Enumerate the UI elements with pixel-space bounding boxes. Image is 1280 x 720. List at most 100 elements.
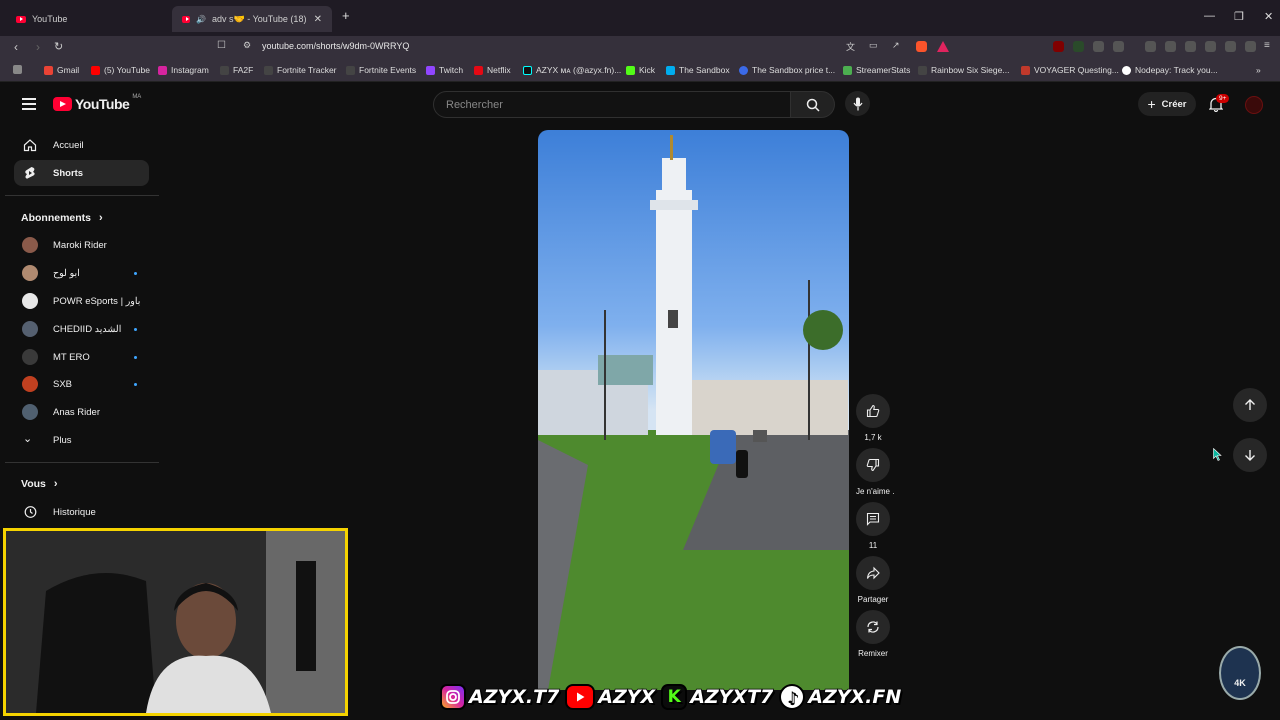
screenshot-icon[interactable] bbox=[1113, 41, 1124, 52]
bookmark-fortnite-events[interactable]: Fortnite Events bbox=[346, 65, 416, 75]
menu-icon[interactable]: ≡ bbox=[1264, 40, 1270, 51]
show-more-button[interactable]: ⌄ Plus bbox=[14, 427, 149, 453]
search-input[interactable]: Rechercher bbox=[433, 91, 791, 118]
hamburger-menu-icon[interactable] bbox=[22, 98, 36, 110]
close-window-button[interactable]: ✕ bbox=[1264, 10, 1273, 23]
subscription-item[interactable]: ابو لوح bbox=[14, 260, 149, 286]
brave-rewards-icon[interactable] bbox=[937, 41, 949, 52]
subscription-item[interactable]: MT ERO bbox=[14, 344, 149, 370]
instagram-icon bbox=[440, 684, 466, 710]
account-avatar[interactable] bbox=[1245, 96, 1263, 114]
bookmark-streamerstats[interactable]: StreamerStats bbox=[843, 65, 910, 75]
bookmark-gmail[interactable]: Gmail bbox=[44, 65, 79, 75]
tab-active-short[interactable]: 🔊 adv s🤝 - YouTube (18) جربت ✕ bbox=[172, 6, 332, 32]
new-tab-button[interactable]: + bbox=[342, 8, 350, 23]
create-button[interactable]: + Créer bbox=[1138, 92, 1196, 116]
music-icon[interactable] bbox=[1145, 41, 1156, 52]
bookmark-the-sandbox[interactable]: The Sandbox bbox=[666, 65, 730, 75]
sidebar-item-history[interactable]: Historique bbox=[14, 499, 149, 525]
youtube-favicon-icon bbox=[16, 15, 26, 23]
like-action[interactable]: 1,7 k bbox=[856, 394, 890, 442]
subscription-item[interactable]: CHEDIID الشديد bbox=[14, 316, 149, 342]
bookmark-kick[interactable]: Kick bbox=[626, 65, 655, 75]
bookmark-fa2f[interactable]: FA2F bbox=[220, 65, 253, 75]
maximize-button[interactable]: ❐ bbox=[1234, 10, 1244, 23]
subscription-item[interactable]: POWR eSports | باور bbox=[14, 288, 149, 314]
translate-icon[interactable]: 文 bbox=[846, 40, 855, 53]
dislike-action[interactable]: Je n'aime . bbox=[856, 448, 895, 496]
tab-youtube[interactable]: YouTube bbox=[6, 6, 171, 32]
youtube-logo[interactable]: YouTube MA bbox=[53, 94, 141, 112]
channel-avatar bbox=[22, 265, 38, 281]
puzzle-icon[interactable] bbox=[1093, 41, 1104, 52]
tab-close-icon[interactable]: ✕ bbox=[314, 14, 322, 25]
sidebar-toggle-icon[interactable] bbox=[1165, 41, 1176, 52]
search-button[interactable] bbox=[791, 91, 835, 118]
comment-icon bbox=[866, 512, 880, 526]
comments-action[interactable]: 11 bbox=[856, 502, 890, 550]
arrow-up-icon bbox=[1245, 399, 1255, 410]
chevron-down-icon: ⌄ bbox=[23, 433, 33, 445]
address-bar-row: ‹ › ↻ ☐ ⚙ youtube.com/shorts/w9dm-0WRRYQ… bbox=[0, 36, 1280, 60]
forward-button[interactable]: › bbox=[36, 40, 40, 54]
youtube-logo-icon bbox=[53, 97, 72, 111]
vpn-icon[interactable] bbox=[1225, 41, 1236, 52]
bookmark-youtube[interactable]: (5) YouTube bbox=[91, 65, 150, 75]
remix-action[interactable]: Remixer bbox=[856, 610, 890, 658]
bookmark-rainbow-six[interactable]: Rainbow Six Siege... bbox=[918, 65, 1009, 75]
you-section-title[interactable]: Vous › bbox=[21, 478, 58, 490]
bookmark-twitch[interactable]: Twitch bbox=[426, 65, 463, 75]
mouse-cursor-icon bbox=[1213, 448, 1222, 461]
sidebar-item-accueil[interactable]: Accueil bbox=[14, 132, 149, 158]
voice-search-button[interactable] bbox=[845, 91, 870, 116]
sidebar: Accueil Shorts Abonnements › Maroki Rider… bbox=[0, 128, 160, 528]
history-icon bbox=[24, 506, 37, 518]
bookmark-sandbox-price[interactable]: The Sandbox price t... bbox=[739, 65, 835, 75]
remix-button[interactable] bbox=[856, 610, 890, 644]
youtube-icon bbox=[565, 684, 596, 710]
remix-icon bbox=[867, 621, 879, 633]
next-short-button[interactable] bbox=[1233, 438, 1267, 472]
bookmark-netflix[interactable]: Netflix bbox=[474, 65, 511, 75]
tiktok-icon: ♪ bbox=[779, 684, 806, 710]
brave-shield-icon[interactable] bbox=[916, 41, 927, 52]
profile-icon[interactable] bbox=[1245, 41, 1256, 52]
share-page-icon[interactable]: ↗ bbox=[892, 40, 900, 51]
site-info-icon[interactable]: ⚙ bbox=[243, 40, 251, 51]
bookmark-fortnite-tracker[interactable]: Fortnite Tracker bbox=[264, 65, 337, 75]
dislike-label: Je n'aime . bbox=[856, 487, 895, 496]
comments-button[interactable] bbox=[856, 502, 890, 536]
back-button[interactable]: ‹ bbox=[14, 40, 18, 54]
ublock-icon[interactable] bbox=[1053, 41, 1064, 52]
video-frame-scene bbox=[538, 135, 848, 478]
short-video-player[interactable] bbox=[538, 130, 849, 690]
wallet-icon[interactable] bbox=[1185, 41, 1196, 52]
bookmark-instagram[interactable]: Instagram bbox=[158, 65, 209, 75]
share-icon bbox=[866, 566, 880, 580]
subscription-item[interactable]: Anas Rider bbox=[14, 399, 149, 425]
more-bookmarks-icon[interactable]: » bbox=[1256, 65, 1261, 75]
bookmark-tiktok-azyx[interactable]: AZYX мᴀ (@azyx.fn)... bbox=[523, 65, 621, 75]
bookmark-icon[interactable]: ☐ bbox=[217, 40, 226, 51]
reload-button[interactable]: ↻ bbox=[54, 40, 63, 53]
url-field[interactable]: youtube.com/shorts/w9dm-0WRRYQ bbox=[262, 41, 409, 51]
apps-grid-icon[interactable] bbox=[13, 65, 22, 74]
subscription-item[interactable]: Maroki Rider bbox=[14, 232, 149, 258]
subscription-item[interactable]: SXB bbox=[14, 371, 149, 397]
bookmark-nodepay[interactable]: Nodepay: Track you... bbox=[1122, 65, 1218, 75]
bookmark-voyager[interactable]: VOYAGER Questing... bbox=[1021, 65, 1119, 75]
leo-icon[interactable] bbox=[1205, 41, 1216, 52]
cast-icon[interactable]: ▭ bbox=[869, 40, 878, 51]
channel-avatar bbox=[22, 376, 38, 392]
tab-title: adv s🤝 - YouTube (18) جربت bbox=[212, 13, 308, 24]
extension-icon[interactable] bbox=[1073, 41, 1084, 52]
shorts-icon bbox=[25, 167, 35, 179]
share-action[interactable]: Partager bbox=[856, 556, 890, 604]
minimize-button[interactable]: — bbox=[1204, 10, 1215, 22]
subscriptions-title[interactable]: Abonnements › bbox=[21, 212, 103, 224]
sidebar-item-shorts[interactable]: Shorts bbox=[14, 160, 149, 186]
previous-short-button[interactable] bbox=[1233, 388, 1267, 422]
share-button[interactable] bbox=[856, 556, 890, 590]
dislike-button[interactable] bbox=[856, 448, 890, 482]
like-button[interactable] bbox=[856, 394, 890, 428]
